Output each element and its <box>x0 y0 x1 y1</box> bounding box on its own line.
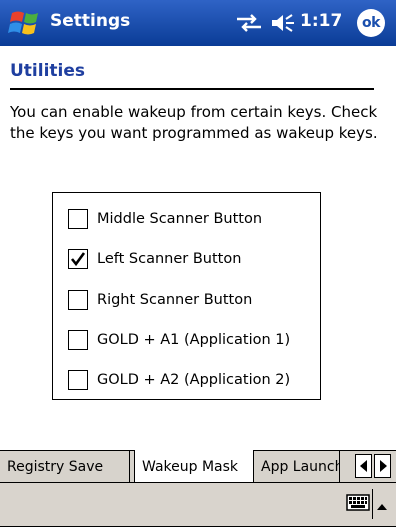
title-bar: Settings 1:17 ok <box>0 0 396 46</box>
tab-scroll-right-button[interactable] <box>374 454 391 478</box>
windows-flag-icon <box>8 11 38 35</box>
keyboard-icon <box>346 494 370 511</box>
menu-divider <box>372 489 373 519</box>
checkbox-box[interactable] <box>68 370 88 390</box>
clock[interactable]: 1:17 <box>300 11 342 31</box>
window-title: Settings <box>50 11 131 31</box>
arrow-left-icon <box>359 460 367 472</box>
checkbox-box[interactable] <box>68 209 88 229</box>
tab-app-launch[interactable]: App Launch <box>254 451 340 482</box>
header-divider <box>10 88 374 90</box>
input-panel-arrow-icon <box>377 504 387 510</box>
checkbox-label: Right Scanner Button <box>97 292 253 308</box>
checkmark-icon <box>70 252 86 267</box>
checkbox-left-scanner-button[interactable]: Left Scanner Button <box>68 247 241 271</box>
page-title: Utilities <box>10 61 86 81</box>
checkbox-label: Middle Scanner Button <box>97 211 263 227</box>
description-text: You can enable wakeup from certain keys.… <box>10 103 378 142</box>
tab-strip: Registry Save Wakeup Mask App Launch <box>0 450 396 483</box>
checkbox-label: GOLD + A1 (Application 1) <box>97 332 291 348</box>
checkbox-right-scanner-button[interactable]: Right Scanner Button <box>68 288 252 312</box>
input-panel-arrow-button[interactable] <box>376 497 388 510</box>
checkbox-label: Left Scanner Button <box>97 251 242 267</box>
start-menu-button[interactable] <box>8 7 42 39</box>
volume-icon[interactable] <box>270 13 296 33</box>
menu-bar <box>0 482 396 527</box>
checkbox-gold-a1[interactable]: GOLD + A1 (Application 1) <box>68 328 290 352</box>
checkbox-gold-a2[interactable]: GOLD + A2 (Application 2) <box>68 368 290 392</box>
wakeup-keys-group: Middle Scanner Button Left Scanner Butto… <box>52 192 321 400</box>
tab-wakeup-mask[interactable]: Wakeup Mask <box>134 450 254 483</box>
connectivity-icon[interactable] <box>235 13 263 33</box>
tab-registry-save[interactable]: Registry Save <box>0 451 130 482</box>
checkbox-middle-scanner-button[interactable]: Middle Scanner Button <box>68 207 262 231</box>
checkbox-box[interactable] <box>68 330 88 350</box>
checkbox-label: GOLD + A2 (Application 2) <box>97 372 291 388</box>
tab-scroll-left-button[interactable] <box>355 454 372 478</box>
arrow-right-icon <box>379 460 387 472</box>
checkbox-box[interactable] <box>68 249 88 269</box>
checkbox-box[interactable] <box>68 290 88 310</box>
ok-button[interactable]: ok <box>357 9 385 37</box>
keyboard-button[interactable] <box>346 493 370 513</box>
